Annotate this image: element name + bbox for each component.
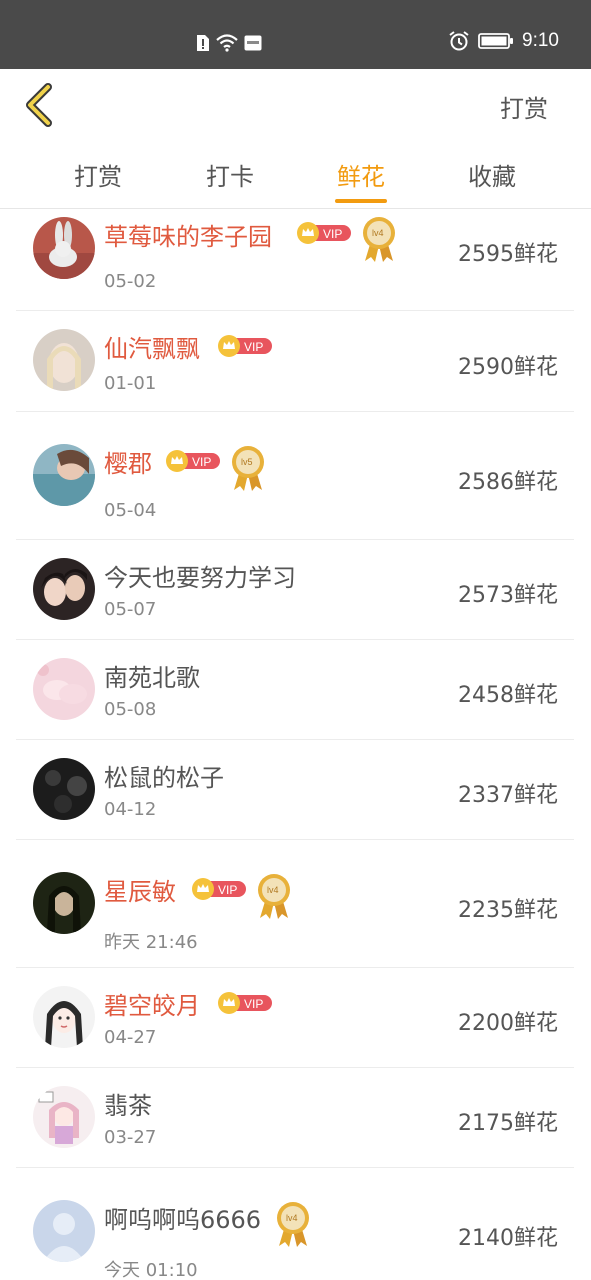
user-name[interactable]: 翡茶 bbox=[104, 1086, 152, 1121]
flower-amount: 2590鲜花 bbox=[458, 355, 558, 380]
vip-badge: VIP bbox=[166, 450, 221, 472]
flower-amount: 2175鲜花 bbox=[458, 1111, 558, 1136]
user-name[interactable]: 碧空皎月 bbox=[104, 986, 200, 1021]
avatar[interactable] bbox=[33, 444, 95, 506]
vip-badge: VIP bbox=[218, 335, 273, 357]
vip-badge: VIP bbox=[297, 222, 352, 244]
date: 05-02 bbox=[104, 271, 157, 292]
svg-text:lv4: lv4 bbox=[286, 1213, 298, 1223]
date: 05-07 bbox=[104, 599, 157, 620]
avatar[interactable] bbox=[33, 217, 95, 279]
flower-amount: 2573鲜花 bbox=[458, 583, 558, 608]
header-action-button[interactable]: 打赏 bbox=[500, 89, 548, 124]
date: 03-27 bbox=[104, 1127, 157, 1148]
level-badge: lv4 bbox=[255, 872, 293, 920]
list-item[interactable]: 星辰敏 VIP lv4 昨天 21:46 2235鲜花 bbox=[16, 840, 574, 968]
active-tab-indicator bbox=[335, 199, 387, 203]
avatar[interactable] bbox=[33, 1086, 95, 1148]
flower-amount: 2337鲜花 bbox=[458, 783, 558, 808]
svg-text:VIP: VIP bbox=[218, 883, 237, 897]
user-name[interactable]: 樱郡 bbox=[104, 444, 152, 479]
list-item[interactable]: 碧空皎月 VIP 04-27 2200鲜花 bbox=[16, 968, 574, 1068]
hms-icon bbox=[244, 35, 262, 51]
status-bar: 9:10 bbox=[0, 0, 591, 69]
flower-amount: 2200鲜花 bbox=[458, 1011, 558, 1036]
alarm-icon bbox=[449, 31, 469, 51]
list-item[interactable]: 樱郡 VIP lv5 05-04 2586鲜花 bbox=[16, 412, 574, 540]
avatar[interactable] bbox=[33, 758, 95, 820]
user-name[interactable]: 啊呜啊呜6666 bbox=[104, 1200, 261, 1235]
list-item[interactable]: 草莓味的李子园 VIP lv4 05-02 2595鲜花 bbox=[16, 209, 574, 311]
avatar[interactable] bbox=[33, 329, 95, 391]
tab-reward[interactable]: 打赏 bbox=[58, 157, 138, 192]
list-item[interactable]: 松鼠的松子 04-12 2337鲜花 bbox=[16, 740, 574, 840]
list-item[interactable]: 南苑北歌 05-08 2458鲜花 bbox=[16, 640, 574, 740]
level-badge: lv5 bbox=[229, 444, 267, 492]
flower-amount: 2458鲜花 bbox=[458, 683, 558, 708]
sim-alert-icon bbox=[197, 35, 209, 51]
header: 打赏 打赏 打卡 鲜花 收藏 bbox=[0, 69, 591, 209]
date: 01-01 bbox=[104, 373, 157, 394]
list-item[interactable]: 仙汽飘飘 VIP 01-01 2590鲜花 bbox=[16, 311, 574, 412]
level-badge: lv4 bbox=[274, 1200, 312, 1248]
list-item[interactable]: 啊呜啊呜6666 lv4 今天 01:10 2140鲜花 bbox=[16, 1168, 574, 1280]
flower-amount: 2140鲜花 bbox=[458, 1226, 558, 1251]
avatar[interactable] bbox=[33, 872, 95, 934]
date: 05-08 bbox=[104, 699, 157, 720]
svg-text:lv4: lv4 bbox=[267, 885, 279, 895]
back-button[interactable] bbox=[22, 83, 62, 127]
svg-text:VIP: VIP bbox=[244, 997, 263, 1011]
svg-text:VIP: VIP bbox=[323, 227, 342, 241]
tab-checkin[interactable]: 打卡 bbox=[190, 157, 270, 192]
date: 04-27 bbox=[104, 1027, 157, 1048]
tab-bar: 打赏 打卡 鲜花 收藏 bbox=[0, 155, 591, 207]
avatar[interactable] bbox=[33, 558, 95, 620]
date: 05-04 bbox=[104, 500, 157, 521]
user-name[interactable]: 南苑北歌 bbox=[104, 658, 200, 693]
user-name[interactable]: 仙汽飘飘 bbox=[104, 329, 200, 364]
user-name[interactable]: 今天也要努力学习 bbox=[104, 558, 296, 593]
svg-text:VIP: VIP bbox=[192, 455, 211, 469]
flower-amount: 2235鲜花 bbox=[458, 898, 558, 923]
svg-text:lv4: lv4 bbox=[372, 228, 384, 238]
status-right: 9:10 bbox=[448, 30, 559, 52]
tab-flowers[interactable]: 鲜花 bbox=[321, 157, 401, 192]
date: 04-12 bbox=[104, 799, 157, 820]
level-badge: lv4 bbox=[360, 215, 398, 263]
list-item[interactable]: 今天也要努力学习 05-07 2573鲜花 bbox=[16, 540, 574, 640]
avatar[interactable] bbox=[33, 658, 95, 720]
user-name[interactable]: 松鼠的松子 bbox=[104, 758, 224, 793]
status-icons bbox=[196, 34, 262, 52]
user-name[interactable]: 草莓味的李子园 bbox=[104, 217, 272, 252]
flower-amount: 2595鲜花 bbox=[458, 242, 558, 267]
date: 昨天 21:46 bbox=[104, 932, 198, 953]
avatar[interactable] bbox=[33, 1200, 95, 1262]
vip-badge: VIP bbox=[218, 992, 273, 1014]
wifi-icon bbox=[216, 34, 238, 52]
svg-text:VIP: VIP bbox=[244, 340, 263, 354]
vip-badge: VIP bbox=[192, 878, 247, 900]
avatar[interactable] bbox=[33, 986, 95, 1048]
svg-text:lv5: lv5 bbox=[241, 457, 253, 467]
user-name[interactable]: 星辰敏 bbox=[104, 872, 176, 907]
battery-icon bbox=[478, 33, 514, 49]
status-time: 9:10 bbox=[522, 30, 559, 51]
back-arrow-icon bbox=[26, 83, 52, 127]
date: 今天 01:10 bbox=[104, 1260, 198, 1280]
list-item[interactable]: 翡茶 03-27 2175鲜花 bbox=[16, 1068, 574, 1168]
flower-amount: 2586鲜花 bbox=[458, 470, 558, 495]
tab-favorites[interactable]: 收藏 bbox=[452, 157, 532, 192]
